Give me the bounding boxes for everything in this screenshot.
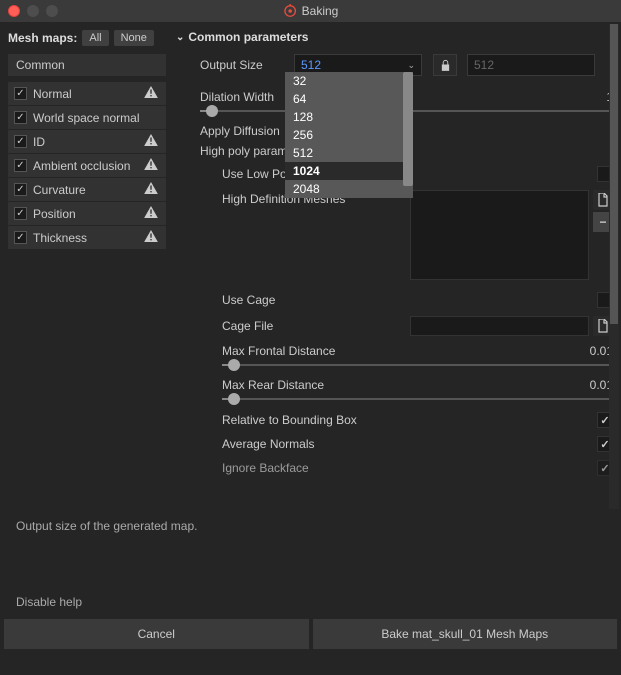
map-checkbox[interactable] (14, 159, 27, 172)
select-all-button[interactable]: All (82, 30, 108, 46)
map-checkbox[interactable] (14, 111, 27, 124)
max-rear-label: Max Rear Distance (222, 378, 324, 392)
output-size-locked-field (467, 54, 595, 76)
cage-file-field[interactable] (410, 316, 589, 336)
map-label: ID (33, 135, 138, 149)
section-title: Common parameters (188, 30, 308, 44)
select-none-button[interactable]: None (114, 30, 154, 46)
slider-handle[interactable] (228, 393, 240, 405)
chevron-down-icon: ⌄ (407, 60, 415, 71)
map-label: Normal (33, 87, 138, 101)
use-cage-label: Use Cage (222, 293, 410, 307)
titlebar: Baking (0, 0, 621, 22)
max-rear-slider[interactable] (222, 398, 613, 400)
map-item[interactable]: Thickness (8, 226, 166, 249)
slider-handle[interactable] (228, 359, 240, 371)
warning-icon (144, 86, 160, 101)
max-frontal-label: Max Frontal Distance (222, 344, 335, 358)
map-label: Thickness (33, 231, 138, 245)
cancel-button[interactable]: Cancel (4, 619, 309, 649)
dropdown-option[interactable]: 512 (285, 144, 413, 162)
output-size-label: Output Size (200, 58, 288, 72)
dropdown-option[interactable]: 1024 (285, 162, 413, 180)
map-item[interactable]: Normal (8, 82, 166, 105)
dropdown-option[interactable]: 2048 (285, 180, 413, 198)
map-label: Position (33, 207, 138, 221)
map-label: Ambient occlusion (33, 159, 138, 173)
dropdown-option[interactable]: 256 (285, 126, 413, 144)
map-checkbox[interactable] (14, 207, 27, 220)
map-label: World space normal (33, 111, 160, 125)
dropdown-option[interactable]: 64 (285, 90, 413, 108)
slider-handle[interactable] (206, 105, 218, 117)
map-checkbox[interactable] (14, 135, 27, 148)
map-item[interactable]: World space normal (8, 106, 166, 129)
button-bar: Cancel Bake mat_skull_01 Mesh Maps (0, 615, 621, 653)
common-parameters-header[interactable]: ⌄ Common parameters (176, 30, 613, 44)
dropdown-option[interactable]: 128 (285, 108, 413, 126)
common-row[interactable]: Common (8, 54, 166, 76)
map-item[interactable]: ID (8, 130, 166, 153)
map-item[interactable]: Position (8, 202, 166, 225)
main-panel: ⌄ Common parameters Output Size 512 ⌄ 32… (170, 22, 621, 509)
disable-help-link[interactable]: Disable help (0, 589, 621, 615)
relative-bbox-label: Relative to Bounding Box (222, 413, 410, 427)
dropdown-scrollbar[interactable] (403, 72, 413, 186)
chevron-down-icon: ⌄ (176, 32, 184, 43)
sidebar: Mesh maps: All None Common Normal World s… (0, 22, 170, 509)
output-size-lock-button[interactable] (433, 54, 457, 76)
ignore-backface-label: Ignore Backface (222, 461, 410, 475)
map-item[interactable]: Curvature (8, 178, 166, 201)
dilation-width-label: Dilation Width (200, 90, 288, 104)
dropdown-option[interactable]: 32 (285, 72, 413, 90)
minimize-window-button[interactable] (27, 5, 39, 17)
output-size-dropdown[interactable]: 326412825651210242048 (285, 72, 413, 198)
window-title-text: Baking (302, 4, 339, 18)
maximize-window-button[interactable] (46, 5, 58, 17)
map-checkbox[interactable] (14, 231, 27, 244)
map-list: Normal World space normal ID Ambient occlus… (8, 82, 166, 249)
warning-icon (144, 230, 160, 245)
close-window-button[interactable] (8, 5, 20, 17)
window-controls (8, 5, 58, 17)
help-text: Output size of the generated map. (0, 509, 621, 589)
main-scrollbar[interactable] (609, 24, 619, 509)
apply-diffusion-label: Apply Diffusion (200, 124, 288, 138)
warning-icon (144, 134, 160, 149)
output-size-value: 512 (301, 58, 321, 72)
average-normals-label: Average Normals (222, 437, 410, 451)
map-checkbox[interactable] (14, 183, 27, 196)
warning-icon (144, 158, 160, 173)
map-label: Curvature (33, 183, 138, 197)
hd-meshes-well[interactable] (410, 190, 589, 280)
max-frontal-slider[interactable] (222, 364, 613, 366)
cage-file-label: Cage File (222, 319, 310, 333)
app-icon (283, 4, 297, 18)
warning-icon (144, 206, 160, 221)
warning-icon (144, 182, 160, 197)
mesh-maps-label: Mesh maps: (8, 31, 77, 45)
bake-button[interactable]: Bake mat_skull_01 Mesh Maps (313, 619, 618, 649)
map-item[interactable]: Ambient occlusion (8, 154, 166, 177)
scrollbar-thumb[interactable] (610, 24, 618, 324)
window-title: Baking (283, 4, 339, 18)
map-checkbox[interactable] (14, 87, 27, 100)
